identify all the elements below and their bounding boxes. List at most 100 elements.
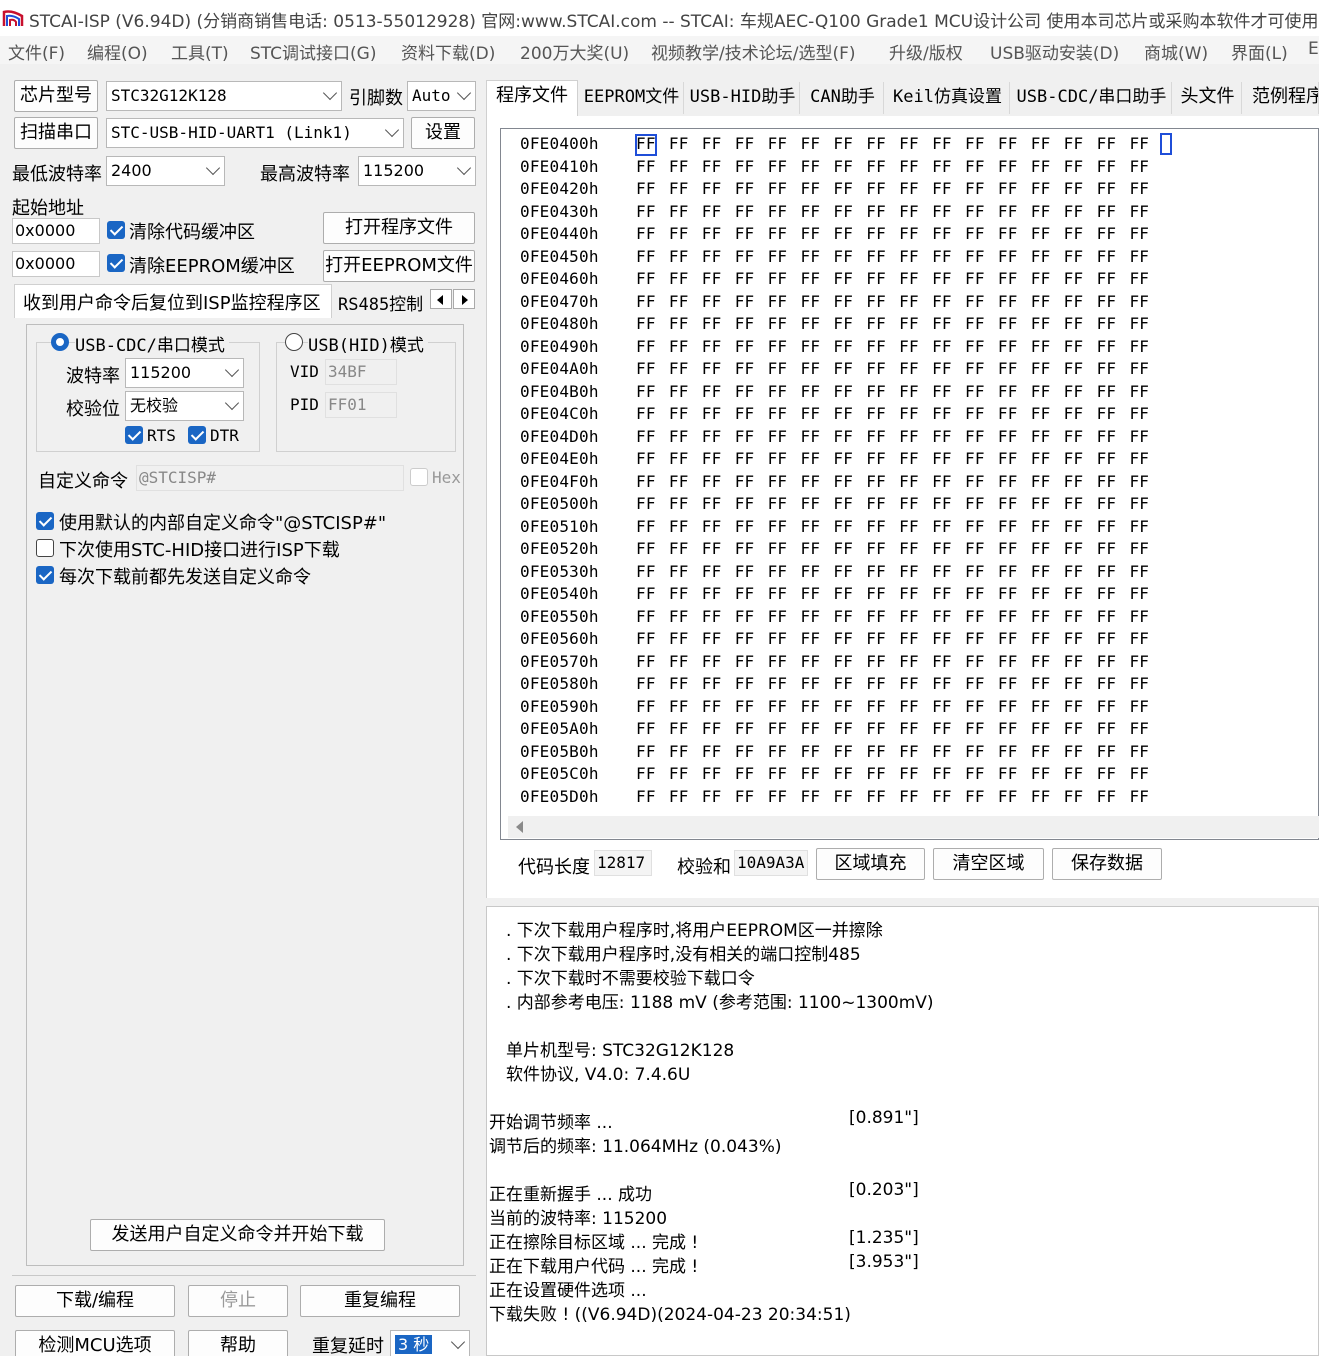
dtr-checkbox[interactable] — [188, 426, 206, 444]
hex-row-address: 0FE0480h — [520, 314, 599, 333]
cdc-mode-radio[interactable] — [51, 333, 69, 351]
subtab-rs485[interactable]: RS485控制 — [334, 288, 428, 316]
menu-bar: 文件(F) 编程(O) 工具(T) STC调试接口(G) 资料下载(D) 200… — [0, 36, 1319, 64]
tab-can-helper[interactable]: CAN助手 — [802, 82, 884, 114]
send-before-download-checkbox[interactable] — [36, 566, 54, 584]
hid-mode-radio[interactable] — [285, 333, 303, 351]
tab-keil-sim[interactable]: Keil仿真设置 — [886, 82, 1010, 114]
log-line: 单片机型号: STC32G12K128 — [506, 1041, 735, 1061]
download-program-button[interactable]: 下载/编程 — [15, 1285, 175, 1317]
clear-eeprom-checkbox[interactable] — [107, 254, 125, 272]
hex-row-address: 0FE05C0h — [520, 764, 599, 783]
open-program-file-button[interactable]: 打开程序文件 — [323, 212, 475, 244]
max-baud-select[interactable]: 115200 — [358, 156, 476, 186]
hex-row-address: 0FE0550h — [520, 606, 599, 626]
max-baud-value: 115200 — [363, 161, 425, 180]
clear-region-button[interactable]: 清空区域 — [933, 848, 1044, 880]
hex-row-address: 0FE0560h — [520, 629, 599, 648]
custom-command-label: 自定义命令 — [38, 471, 128, 492]
log-line: 当前的波特率: 115200 — [489, 1209, 668, 1229]
repeat-program-button[interactable]: 重复编程 — [300, 1285, 460, 1317]
hex-row-bytes: FF FF FF FF FF FF FF FF FF FF FF FF FF F… — [636, 674, 1150, 693]
chevron-down-icon — [224, 395, 240, 411]
scroll-left-icon[interactable] — [516, 821, 523, 833]
menu-tools[interactable]: 工具(T) — [171, 39, 229, 64]
hex-row-bytes: FF FF FF FF FF FF FF FF FF FF FF FF FF F… — [636, 696, 1150, 716]
hex-horizontal-scrollbar[interactable] — [508, 816, 1319, 838]
menu-prize[interactable]: 200万大奖(U) — [520, 39, 629, 64]
code-start-address-input[interactable]: 0x0000 — [12, 218, 100, 244]
next-hid-checkbox[interactable] — [36, 539, 54, 557]
menu-usb-driver[interactable]: USB驱动安装(D) — [990, 39, 1119, 64]
clear-eeprom-label: 清除EEPROM缓冲区 — [129, 256, 295, 277]
log-line: 正在设置硬件选项 ... — [489, 1281, 647, 1301]
hex-row-address: 0FE04B0h — [520, 381, 599, 401]
rts-checkbox[interactable] — [125, 426, 143, 444]
save-data-button[interactable]: 保存数据 — [1052, 848, 1162, 880]
max-baud-label: 最高波特率 — [260, 164, 350, 185]
hex-row-bytes: FF FF FF FF FF FF FF FF FF FF FF FF FF F… — [636, 494, 1150, 513]
chevron-down-icon — [322, 85, 338, 101]
menu-file[interactable]: 文件(F) — [8, 39, 65, 64]
parity-select[interactable]: 无校验 — [125, 391, 244, 421]
menu-e[interactable]: E — [1308, 39, 1319, 59]
menu-interface[interactable]: 界面(L) — [1231, 39, 1288, 64]
hex-row-address: 0FE05B0h — [520, 741, 599, 761]
log-line: 软件协议, V4.0: 7.4.6U — [506, 1065, 691, 1085]
menu-downloads[interactable]: 资料下载(D) — [401, 39, 495, 64]
region-fill-button[interactable]: 区域填充 — [816, 848, 925, 880]
hex-row-bytes: FF FF FF FF FF FF FF FF FF FF FF FF FF F… — [636, 246, 1150, 266]
hex-row-bytes: FF FF FF FF FF FF FF FF FF FF FF FF FF F… — [636, 561, 1150, 581]
hex-row-address: 0FE0520h — [520, 539, 599, 558]
rts-label: RTS — [147, 426, 176, 445]
detect-mcu-options-button[interactable]: 检测MCU选项 — [15, 1330, 175, 1356]
pin-count-select[interactable]: Auto — [407, 81, 476, 111]
baud-select[interactable]: 115200 — [125, 358, 244, 388]
open-eeprom-file-button[interactable]: 打开EEPROM文件 — [323, 250, 475, 282]
tab-examples[interactable]: 范例程序 — [1244, 82, 1319, 114]
hex-row-bytes: FF FF FF FF FF FF FF FF FF FF FF FF FF F… — [636, 741, 1150, 761]
subtab-rs485-label: RS485控制 — [338, 295, 424, 315]
default-command-checkbox[interactable] — [36, 512, 54, 530]
menu-upgrade[interactable]: 升级/版权 — [889, 39, 963, 64]
send-command-download-button[interactable]: 发送用户自定义命令并开始下载 — [90, 1219, 385, 1251]
hex-row-address: 0FE0510h — [520, 516, 599, 536]
min-baud-value: 2400 — [111, 161, 152, 180]
clear-code-checkbox[interactable] — [107, 221, 125, 239]
chip-model-select[interactable]: STC32G12K128 — [106, 81, 342, 111]
app-logo-icon — [2, 10, 24, 26]
min-baud-select[interactable]: 2400 — [106, 156, 225, 186]
subtab-reset-isp[interactable]: 收到用户命令后复位到ISP监控程序区 — [14, 284, 332, 318]
hex-row-address: 0FE0530h — [520, 561, 599, 581]
chevron-down-icon — [224, 362, 240, 378]
subtab-scroll-right[interactable] — [453, 289, 475, 309]
tab-usb-hid-helper[interactable]: USB-HID助手 — [686, 82, 800, 114]
menu-debug-interface[interactable]: STC调试接口(G) — [250, 39, 377, 64]
menu-program[interactable]: 编程(O) — [87, 39, 148, 64]
repeat-delay-select[interactable]: 3 秒 — [390, 1330, 470, 1356]
vid-label: VID — [290, 362, 319, 381]
hex-row-address: 0FE04C0h — [520, 404, 599, 423]
hex-row-bytes: FF FF FF FF FF FF FF FF FF FF FF FF FF F… — [636, 426, 1150, 446]
tab-eeprom-file[interactable]: EEPROM文件 — [580, 82, 684, 114]
chip-model-button[interactable]: 芯片型号 — [14, 80, 98, 112]
tab-program-file[interactable]: 程序文件 — [486, 80, 578, 116]
help-button[interactable]: 帮助 — [188, 1330, 288, 1356]
tab-header-files[interactable]: 头文件 — [1174, 82, 1242, 114]
repeat-delay-label: 重复延时 — [312, 1336, 384, 1356]
menu-shop[interactable]: 商城(W) — [1144, 39, 1208, 64]
port-select[interactable]: STC-USB-HID-UART1 (Link1) — [106, 118, 404, 148]
divider — [12, 1275, 476, 1276]
settings-button[interactable]: 设置 — [411, 117, 475, 149]
tab-usb-cdc-helper[interactable]: USB-CDC/串口助手 — [1012, 82, 1172, 114]
eeprom-start-address-input[interactable]: 0x0000 — [12, 251, 100, 277]
menu-video-forum[interactable]: 视频教学/技术论坛/选型(F) — [651, 39, 856, 64]
hex-label: Hex — [432, 468, 461, 487]
stop-button[interactable]: 停止 — [188, 1285, 288, 1317]
subtab-scroll-left[interactable] — [430, 289, 452, 309]
hex-row-bytes: FF FF FF FF FF FF FF FF FF FF FF FF FF F… — [636, 156, 1150, 176]
hex-row-bytes: FF FF FF FF FF FF FF FF FF FF FF FF FF F… — [636, 179, 1150, 198]
scan-port-button[interactable]: 扫描串口 — [14, 117, 98, 149]
send-before-download-label: 每次下载前都先发送自定义命令 — [59, 567, 311, 588]
hex-row-address: 0FE0460h — [520, 269, 599, 288]
